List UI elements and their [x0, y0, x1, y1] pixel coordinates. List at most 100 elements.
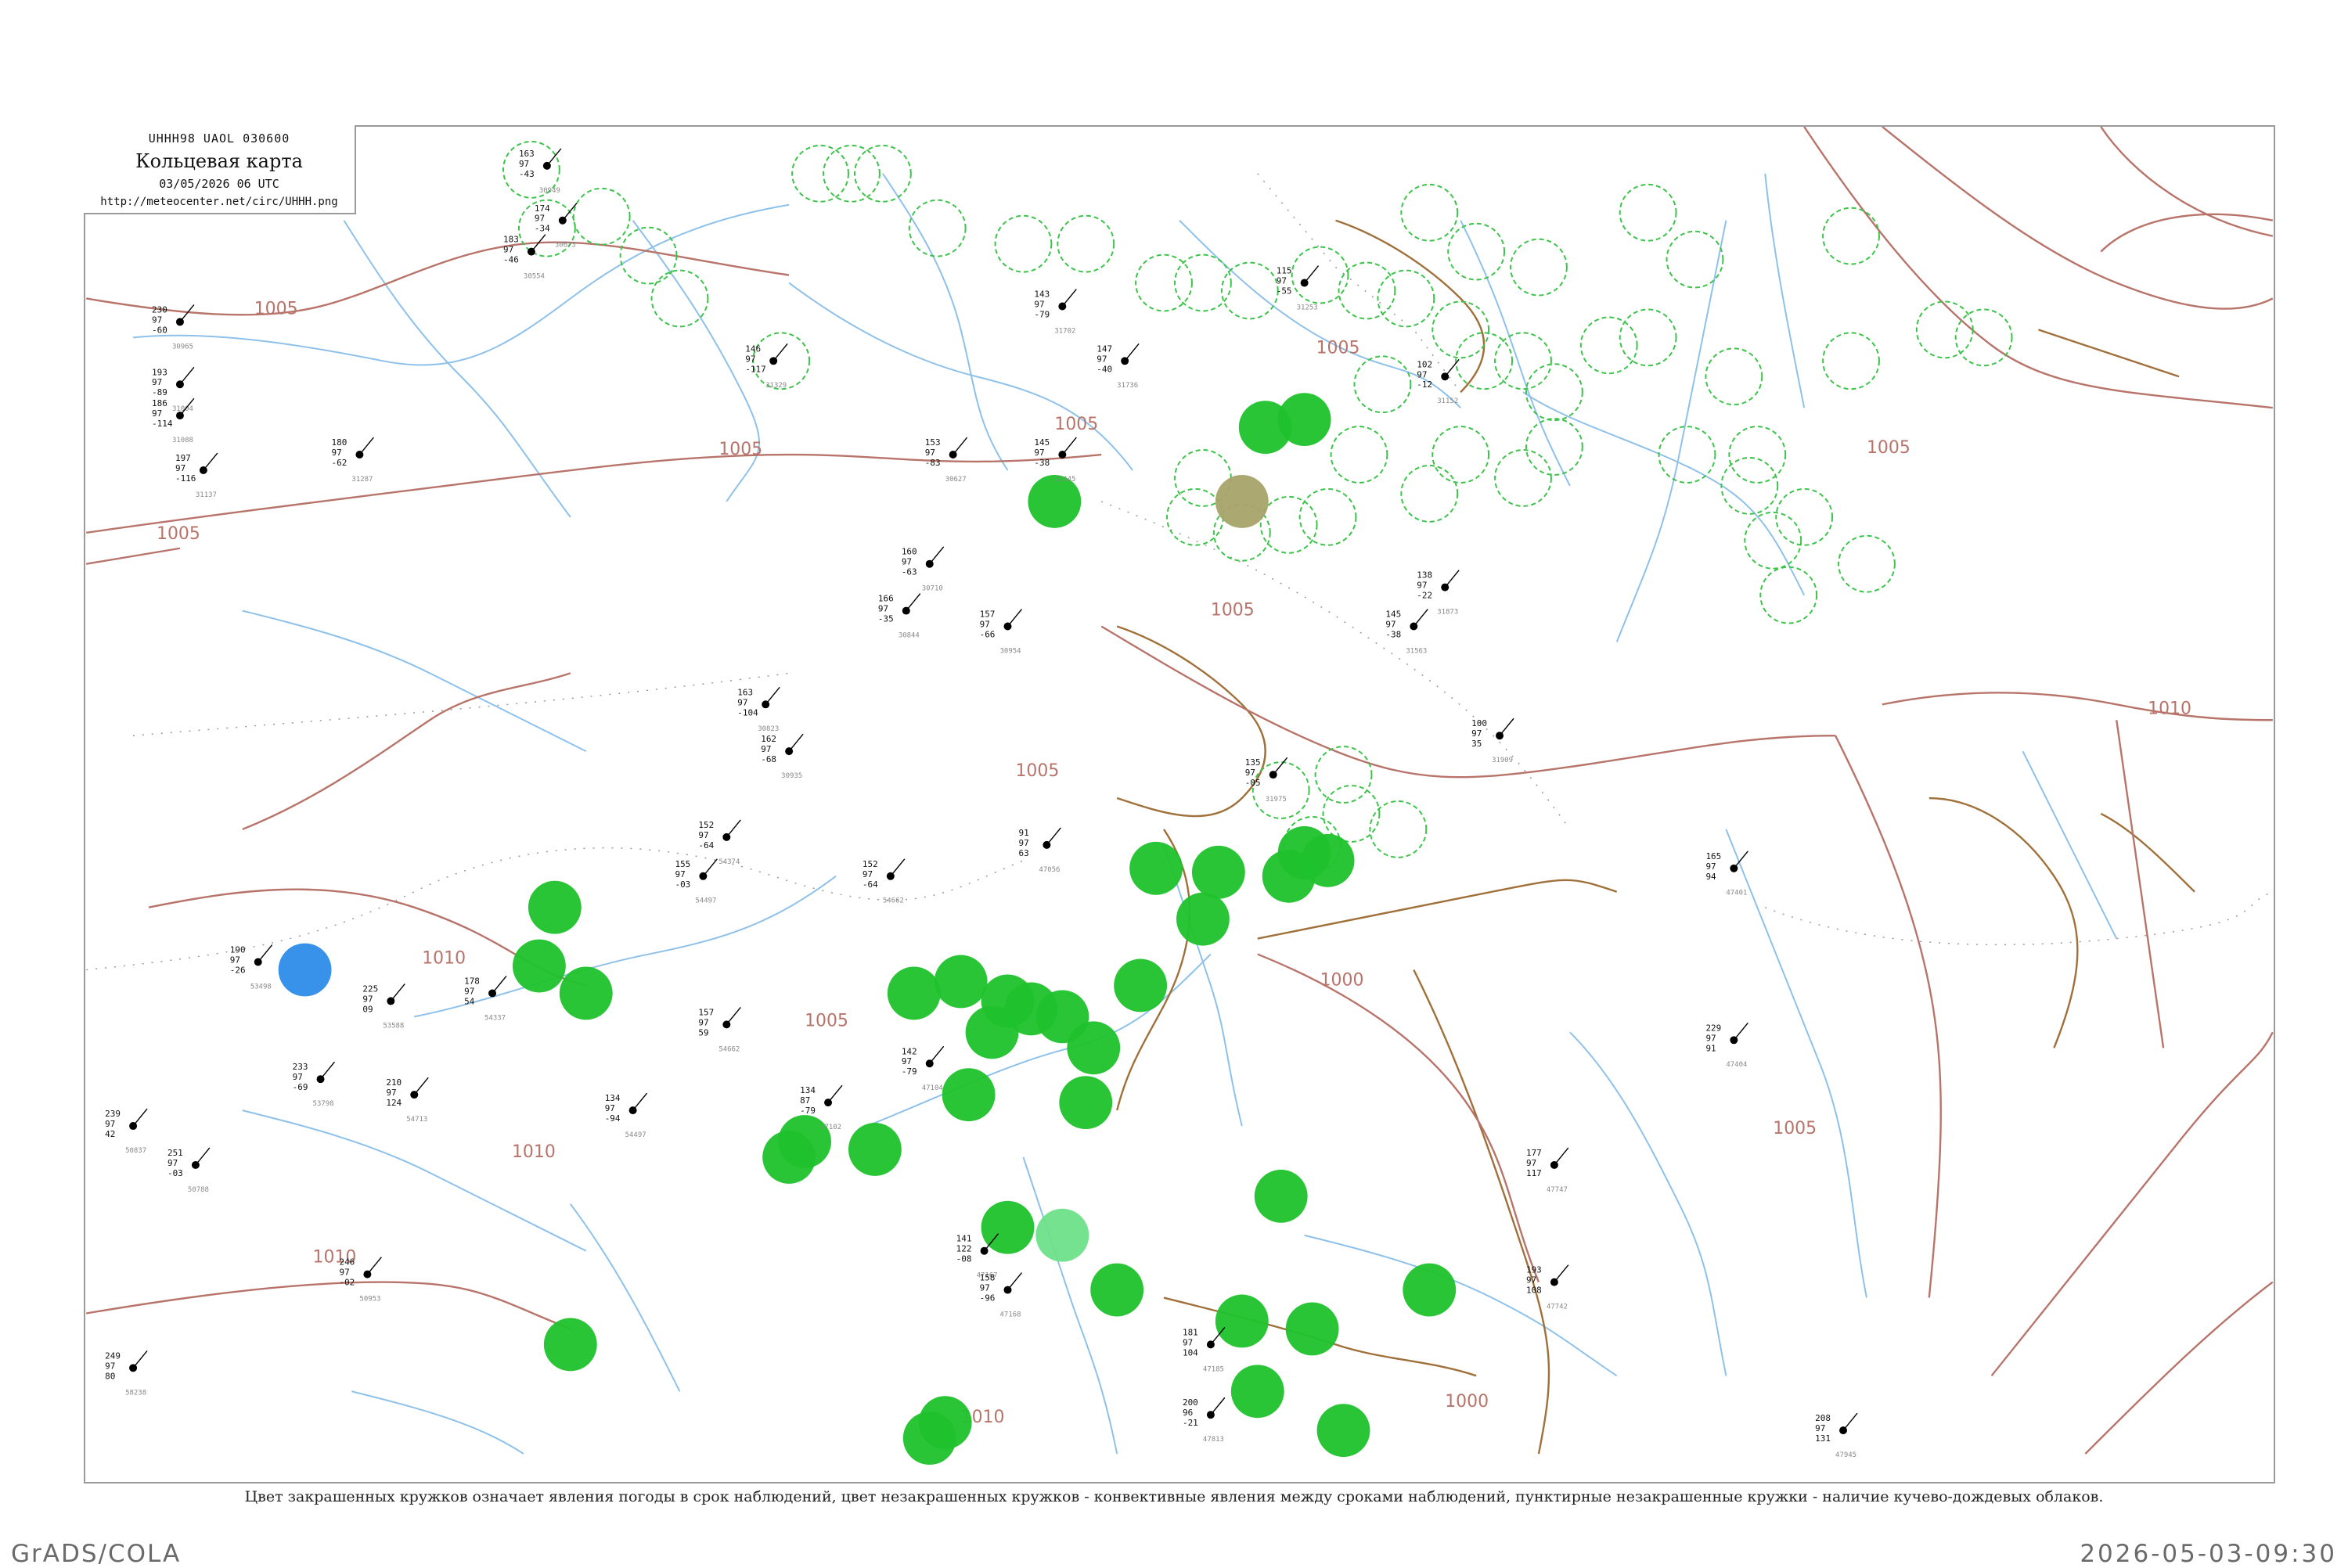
station-value: -114: [152, 419, 173, 429]
station-plot[interactable]: 16697-35 30844: [878, 593, 921, 640]
station-value: 178: [464, 976, 480, 986]
cb-cloud-ring: [1510, 238, 1568, 297]
station-value: 145: [1385, 610, 1401, 620]
station-plot[interactable]: 23097-60 30965: [152, 304, 195, 351]
station-plot[interactable]: 10297-12 31152: [1417, 358, 1460, 405]
wind-barb: [195, 1147, 211, 1166]
station-plot[interactable]: 16097-63 30710: [902, 546, 945, 593]
weather-circle: [1035, 1208, 1089, 1262]
station-plot[interactable]: 15597-03 54497: [675, 858, 718, 905]
station-plot[interactable]: 11597-55 31253: [1277, 265, 1320, 312]
station-value: 97: [1705, 861, 1716, 872]
station-plot[interactable]: 14297-79 47104: [902, 1045, 945, 1092]
station-plot[interactable]: 18197104 47185: [1183, 1327, 1226, 1373]
wind-barb: [726, 1006, 741, 1025]
station-value: 97: [535, 214, 545, 224]
station-value: 157: [980, 610, 996, 620]
station-value: 183: [503, 235, 519, 245]
station-plot[interactable]: 14597-38 31445: [1034, 437, 1077, 484]
station-plot[interactable]: 25197-03 50788: [167, 1147, 211, 1194]
station-plot[interactable]: 19797-11631137: [175, 452, 218, 499]
station-plot[interactable]: 24697-02 50953: [339, 1257, 382, 1304]
station-plot[interactable]: 13597-05 31975: [1245, 757, 1288, 804]
station-value: 97: [1417, 581, 1427, 591]
station-value: 208: [1815, 1413, 1831, 1423]
station-value: 138: [1417, 570, 1432, 581]
station-plot[interactable]: 20897131 47945: [1815, 1412, 1858, 1459]
station-id: 54662: [718, 1045, 740, 1053]
station-plot[interactable]: 14797-40 31736: [1097, 343, 1140, 390]
station-id: 47404: [1726, 1061, 1747, 1069]
station-value: 246: [339, 1257, 355, 1268]
station-value: 97: [1385, 620, 1395, 630]
station-value: 91: [1705, 1043, 1716, 1053]
station-plot[interactable]: 2259709 53588: [362, 984, 405, 1030]
station-plot[interactable]: 13497-94 54497: [605, 1092, 648, 1139]
weather-circle: [887, 966, 941, 1020]
wind-barb: [1842, 1412, 1858, 1431]
wind-barb: [1210, 1397, 1226, 1415]
station-plot[interactable]: 1659794 47401: [1705, 851, 1748, 897]
station-id: 30949: [539, 187, 560, 195]
station-plot[interactable]: 13897-22 31873: [1417, 570, 1460, 617]
station-plot[interactable]: 21097124 54713: [386, 1077, 429, 1124]
station-plot[interactable]: 19397108 47742: [1526, 1264, 1569, 1311]
station-plot[interactable]: 19097-26 53498: [230, 944, 273, 991]
cb-cloud-ring: [752, 332, 811, 390]
weather-circle: [1230, 1365, 1284, 1419]
cb-cloud-ring: [1619, 308, 1677, 367]
synoptic-map[interactable]: 1005 1005 1005 1005 1005 1005 1005 1005 …: [85, 127, 2274, 1482]
station-plot[interactable]: 14597-38 31563: [1385, 609, 1428, 656]
station-value: 174: [535, 203, 550, 214]
wind-barb: [772, 343, 788, 361]
station-value: 135: [1245, 757, 1261, 768]
station-value: -94: [605, 1113, 621, 1124]
station-value: 239: [105, 1109, 121, 1119]
station-value: 141: [956, 1234, 972, 1244]
weather-circle: [512, 939, 566, 993]
wind-barb: [1007, 1272, 1023, 1291]
weather-circle: [1129, 841, 1183, 895]
rivers: [132, 173, 2118, 1455]
station-value: 197: [175, 453, 191, 463]
station-plot[interactable]: 16397-43 30949: [519, 148, 562, 195]
station-value: -96: [980, 1293, 996, 1304]
source-url[interactable]: http://meteocenter.net/circ/UHHH.png: [84, 196, 355, 208]
station-id: 31329: [765, 382, 787, 390]
station-plot[interactable]: 2499780 58238: [105, 1350, 148, 1397]
station-value: 190: [230, 945, 246, 955]
station-plot[interactable]: 14697-11731329: [745, 343, 788, 390]
station-plot[interactable]: 16297-68 30935: [761, 733, 804, 780]
station-plot[interactable]: 2299791 47404: [1705, 1022, 1748, 1069]
station-value: 97: [332, 448, 342, 458]
station-value: 97: [1471, 728, 1482, 739]
station-value: 97: [503, 245, 513, 255]
station-plot[interactable]: 1009735 31909: [1471, 717, 1514, 764]
station-value: 177: [1526, 1148, 1542, 1158]
station-plot[interactable]: 919763 47056: [1018, 827, 1061, 874]
station-value: -79: [1034, 309, 1050, 319]
station-value: -26: [230, 966, 246, 976]
station-value: 166: [878, 594, 894, 604]
station-plot[interactable]: 18397-46 30554: [503, 234, 546, 281]
station-plot[interactable]: 17797117 47747: [1526, 1147, 1569, 1194]
station-plot[interactable]: 15897-96 47168: [980, 1272, 1023, 1319]
station-plot[interactable]: 15297-64 54662: [862, 858, 906, 905]
station-plot[interactable]: 1579759 54662: [698, 1006, 741, 1053]
wind-barb: [132, 1350, 148, 1368]
station-plot[interactable]: 16397-10430823: [737, 686, 780, 733]
station-plot[interactable]: 20096-21 47813: [1183, 1397, 1226, 1444]
station-plot[interactable]: 15297-64 54374: [698, 819, 741, 866]
station-plot[interactable]: 15797-66 30954: [980, 609, 1023, 656]
station-value: 104: [1183, 1347, 1198, 1358]
station-plot[interactable]: 23397-69 53798: [293, 1061, 336, 1108]
isobar-label: 1000: [1320, 970, 1364, 990]
station-plot[interactable]: 14397-79 31702: [1034, 289, 1077, 335]
station-value: 97: [737, 697, 747, 707]
software-credit: GrADS/COLA: [11, 1540, 182, 1568]
station-value: -21: [1183, 1418, 1198, 1428]
station-plot[interactable]: 2399742 50837: [105, 1108, 148, 1155]
station-plot[interactable]: 18097-6231287: [332, 437, 374, 484]
station-id: 30554: [524, 273, 545, 281]
wind-barb: [827, 1084, 843, 1103]
